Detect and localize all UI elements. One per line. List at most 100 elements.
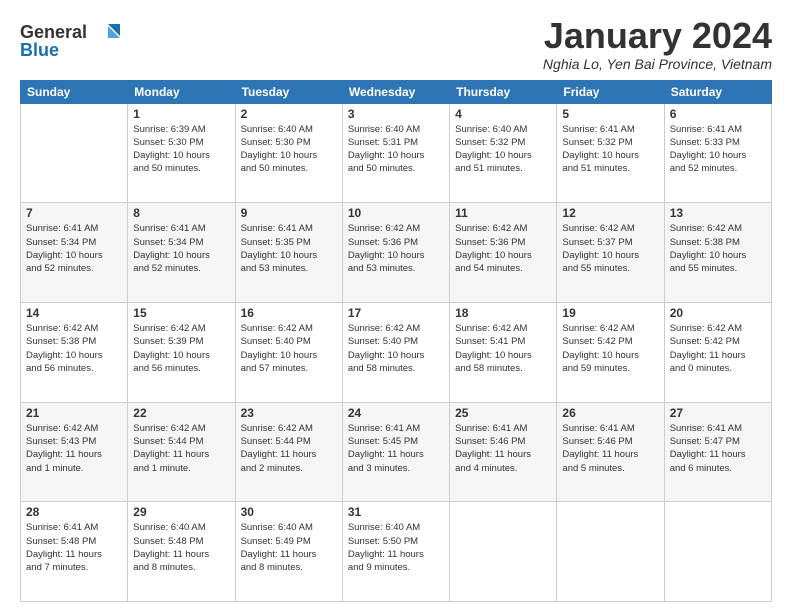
day-number: 6 — [670, 107, 766, 121]
day-info: Sunrise: 6:41 AMSunset: 5:34 PMDaylight:… — [26, 222, 122, 275]
day-info: Sunrise: 6:40 AMSunset: 5:30 PMDaylight:… — [241, 123, 337, 176]
day-number: 19 — [562, 306, 658, 320]
day-info: Sunrise: 6:41 AMSunset: 5:34 PMDaylight:… — [133, 222, 229, 275]
day-info: Sunrise: 6:42 AMSunset: 5:40 PMDaylight:… — [241, 322, 337, 375]
day-info: Sunrise: 6:41 AMSunset: 5:47 PMDaylight:… — [670, 422, 766, 475]
day-info: Sunrise: 6:41 AMSunset: 5:46 PMDaylight:… — [562, 422, 658, 475]
day-number: 8 — [133, 206, 229, 220]
title-block: January 2024 Nghia Lo, Yen Bai Province,… — [543, 16, 772, 72]
calendar-cell: 2 Sunrise: 6:40 AMSunset: 5:30 PMDaylight… — [235, 103, 342, 203]
calendar-cell: 9Sunrise: 6:41 AMSunset: 5:35 PMDaylight… — [235, 203, 342, 303]
day-info: Sunrise: 6:40 AMSunset: 5:31 PMDaylight:… — [348, 123, 444, 176]
calendar-week-2: 14Sunrise: 6:42 AMSunset: 5:38 PMDayligh… — [21, 302, 772, 402]
day-number: 21 — [26, 406, 122, 420]
calendar-week-0: 1 Sunrise: 6:39 AMSunset: 5:30 PMDaylight… — [21, 103, 772, 203]
day-number: 29 — [133, 505, 229, 519]
day-number: 3 — [348, 107, 444, 121]
day-number: 18 — [455, 306, 551, 320]
col-friday: Friday — [557, 80, 664, 103]
calendar-cell: 6 Sunrise: 6:41 AMSunset: 5:33 PMDaylight… — [664, 103, 771, 203]
month-title: January 2024 — [543, 16, 772, 56]
calendar-cell: 4 Sunrise: 6:40 AMSunset: 5:32 PMDaylight… — [450, 103, 557, 203]
calendar-cell: 27 Sunrise: 6:41 AMSunset: 5:47 PMDayligh… — [664, 402, 771, 502]
day-number: 23 — [241, 406, 337, 420]
calendar-cell: 15Sunrise: 6:42 AMSunset: 5:39 PMDayligh… — [128, 302, 235, 402]
col-saturday: Saturday — [664, 80, 771, 103]
day-info: Sunrise: 6:41 AMSunset: 5:48 PMDaylight:… — [26, 521, 122, 574]
calendar-cell — [21, 103, 128, 203]
svg-text:General: General — [20, 22, 87, 42]
calendar-cell: 12Sunrise: 6:42 AMSunset: 5:37 PMDayligh… — [557, 203, 664, 303]
calendar-cell: 16 Sunrise: 6:42 AMSunset: 5:40 PMDayligh… — [235, 302, 342, 402]
col-tuesday: Tuesday — [235, 80, 342, 103]
day-number: 2 — [241, 107, 337, 121]
day-info: Sunrise: 6:40 AMSunset: 5:49 PMDaylight:… — [241, 521, 337, 574]
day-number: 25 — [455, 406, 551, 420]
day-info: Sunrise: 6:42 AMSunset: 5:38 PMDaylight:… — [670, 222, 766, 275]
location: Nghia Lo, Yen Bai Province, Vietnam — [543, 56, 772, 72]
day-info: Sunrise: 6:42 AMSunset: 5:44 PMDaylight:… — [133, 422, 229, 475]
calendar-cell: 30 Sunrise: 6:40 AMSunset: 5:49 PMDayligh… — [235, 502, 342, 602]
col-thursday: Thursday — [450, 80, 557, 103]
logo-svg: General Blue — [20, 16, 130, 66]
day-number: 31 — [348, 505, 444, 519]
day-info: Sunrise: 6:41 AMSunset: 5:46 PMDaylight:… — [455, 422, 551, 475]
day-number: 11 — [455, 206, 551, 220]
calendar-week-3: 21 Sunrise: 6:42 AMSunset: 5:43 PMDayligh… — [21, 402, 772, 502]
day-info: Sunrise: 6:42 AMSunset: 5:42 PMDaylight:… — [562, 322, 658, 375]
day-info: Sunrise: 6:40 AMSunset: 5:50 PMDaylight:… — [348, 521, 444, 574]
calendar-cell: 24 Sunrise: 6:41 AMSunset: 5:45 PMDayligh… — [342, 402, 449, 502]
day-info: Sunrise: 6:42 AMSunset: 5:43 PMDaylight:… — [26, 422, 122, 475]
day-number: 28 — [26, 505, 122, 519]
day-number: 17 — [348, 306, 444, 320]
day-info: Sunrise: 6:42 AMSunset: 5:38 PMDaylight:… — [26, 322, 122, 375]
day-number: 7 — [26, 206, 122, 220]
day-info: Sunrise: 6:40 AMSunset: 5:48 PMDaylight:… — [133, 521, 229, 574]
calendar-cell: 8 Sunrise: 6:41 AMSunset: 5:34 PMDaylight… — [128, 203, 235, 303]
day-number: 24 — [348, 406, 444, 420]
day-number: 30 — [241, 505, 337, 519]
day-number: 5 — [562, 107, 658, 121]
day-number: 16 — [241, 306, 337, 320]
calendar-cell: 29 Sunrise: 6:40 AMSunset: 5:48 PMDayligh… — [128, 502, 235, 602]
calendar-cell: 23 Sunrise: 6:42 AMSunset: 5:44 PMDayligh… — [235, 402, 342, 502]
calendar-table: Sunday Monday Tuesday Wednesday Thursday… — [20, 80, 772, 602]
header-row: Sunday Monday Tuesday Wednesday Thursday… — [21, 80, 772, 103]
calendar-week-4: 28 Sunrise: 6:41 AMSunset: 5:48 PMDayligh… — [21, 502, 772, 602]
calendar-week-1: 7 Sunrise: 6:41 AMSunset: 5:34 PMDaylight… — [21, 203, 772, 303]
day-info: Sunrise: 6:42 AMSunset: 5:42 PMDaylight:… — [670, 322, 766, 375]
day-number: 1 — [133, 107, 229, 121]
day-number: 4 — [455, 107, 551, 121]
col-wednesday: Wednesday — [342, 80, 449, 103]
day-info: Sunrise: 6:39 AMSunset: 5:30 PMDaylight:… — [133, 123, 229, 176]
calendar-cell: 13Sunrise: 6:42 AMSunset: 5:38 PMDayligh… — [664, 203, 771, 303]
calendar-cell: 22Sunrise: 6:42 AMSunset: 5:44 PMDayligh… — [128, 402, 235, 502]
calendar-cell: 14Sunrise: 6:42 AMSunset: 5:38 PMDayligh… — [21, 302, 128, 402]
calendar-cell — [450, 502, 557, 602]
calendar-cell: 31 Sunrise: 6:40 AMSunset: 5:50 PMDayligh… — [342, 502, 449, 602]
day-info: Sunrise: 6:41 AMSunset: 5:33 PMDaylight:… — [670, 123, 766, 176]
day-info: Sunrise: 6:42 AMSunset: 5:44 PMDaylight:… — [241, 422, 337, 475]
day-info: Sunrise: 6:42 AMSunset: 5:37 PMDaylight:… — [562, 222, 658, 275]
svg-text:Blue: Blue — [20, 40, 59, 60]
day-info: Sunrise: 6:40 AMSunset: 5:32 PMDaylight:… — [455, 123, 551, 176]
day-number: 27 — [670, 406, 766, 420]
calendar-cell: 3 Sunrise: 6:40 AMSunset: 5:31 PMDaylight… — [342, 103, 449, 203]
logo: General Blue — [20, 16, 130, 66]
calendar-cell — [664, 502, 771, 602]
calendar-cell: 11Sunrise: 6:42 AMSunset: 5:36 PMDayligh… — [450, 203, 557, 303]
day-number: 20 — [670, 306, 766, 320]
calendar-cell: 20 Sunrise: 6:42 AMSunset: 5:42 PMDayligh… — [664, 302, 771, 402]
calendar-cell: 18Sunrise: 6:42 AMSunset: 5:41 PMDayligh… — [450, 302, 557, 402]
day-number: 10 — [348, 206, 444, 220]
calendar-cell: 17 Sunrise: 6:42 AMSunset: 5:40 PMDayligh… — [342, 302, 449, 402]
day-info: Sunrise: 6:42 AMSunset: 5:40 PMDaylight:… — [348, 322, 444, 375]
calendar-body: 1 Sunrise: 6:39 AMSunset: 5:30 PMDaylight… — [21, 103, 772, 601]
day-info: Sunrise: 6:41 AMSunset: 5:45 PMDaylight:… — [348, 422, 444, 475]
calendar-cell: 25 Sunrise: 6:41 AMSunset: 5:46 PMDayligh… — [450, 402, 557, 502]
col-sunday: Sunday — [21, 80, 128, 103]
day-number: 9 — [241, 206, 337, 220]
day-info: Sunrise: 6:42 AMSunset: 5:36 PMDaylight:… — [348, 222, 444, 275]
calendar-cell: 7 Sunrise: 6:41 AMSunset: 5:34 PMDaylight… — [21, 203, 128, 303]
col-monday: Monday — [128, 80, 235, 103]
